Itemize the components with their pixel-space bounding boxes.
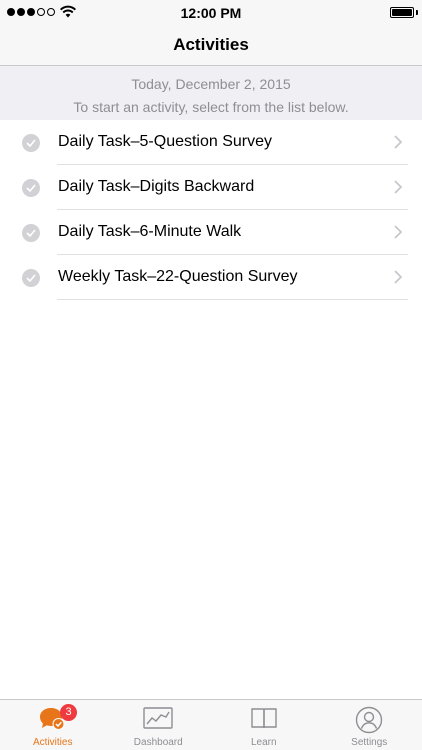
tab-label: Settings — [351, 737, 388, 748]
battery-icon — [390, 7, 414, 18]
battery-cap — [416, 10, 418, 15]
status-bar: 12:00 PM — [0, 0, 422, 24]
activity-list: Daily Task–5-Question Survey Daily Task–… — [0, 120, 422, 300]
tab-learn[interactable]: Learn — [211, 700, 317, 750]
checkmark-circle-icon — [22, 134, 40, 152]
chevron-right-icon — [394, 180, 402, 194]
settings-person-icon — [356, 706, 383, 734]
chevron-right-icon — [394, 135, 402, 149]
activity-label: Daily Task–Digits Backward — [58, 178, 255, 195]
dashboard-icon — [143, 707, 173, 729]
tab-dashboard[interactable]: Dashboard — [106, 700, 212, 750]
activity-label: Daily Task–6-Minute Walk — [58, 223, 242, 240]
activity-row[interactable]: Weekly Task–22-Question Survey — [0, 255, 422, 300]
page-title: Activities — [173, 35, 249, 54]
tab-label: Activities — [33, 737, 73, 748]
tab-settings[interactable]: Settings — [317, 700, 422, 750]
status-time: 12:00 PM — [180, 5, 242, 21]
activity-label: Weekly Task–22-Question Survey — [58, 268, 298, 285]
learn-book-icon — [251, 708, 277, 729]
activity-row[interactable]: Daily Task–5-Question Survey — [0, 120, 422, 165]
navigation-bar: Activities — [0, 24, 422, 66]
checkmark-circle-icon — [22, 269, 40, 287]
tab-activities[interactable]: 3 Activities — [0, 700, 106, 750]
checkmark-circle-icon — [22, 179, 40, 197]
activities-header: Today, December 2, 2015 To start an acti… — [0, 66, 422, 120]
header-instructions: To start an activity, select from the li… — [73, 99, 349, 115]
activity-row[interactable]: Daily Task–Digits Backward — [0, 165, 422, 210]
header-date: Today, December 2, 2015 — [131, 76, 291, 92]
checkmark-circle-icon — [22, 224, 40, 242]
activity-label: Daily Task–5-Question Survey — [58, 133, 273, 150]
tab-bar: 3 Activities Dashboard Learn Settings — [0, 699, 422, 750]
tab-label: Dashboard — [133, 737, 183, 748]
activities-badge: 3 — [60, 704, 77, 721]
chevron-right-icon — [394, 270, 402, 284]
tab-label: Learn — [250, 737, 277, 748]
chevron-right-icon — [394, 225, 402, 239]
activity-row[interactable]: Daily Task–6-Minute Walk — [0, 210, 422, 255]
row-separator — [57, 299, 408, 300]
